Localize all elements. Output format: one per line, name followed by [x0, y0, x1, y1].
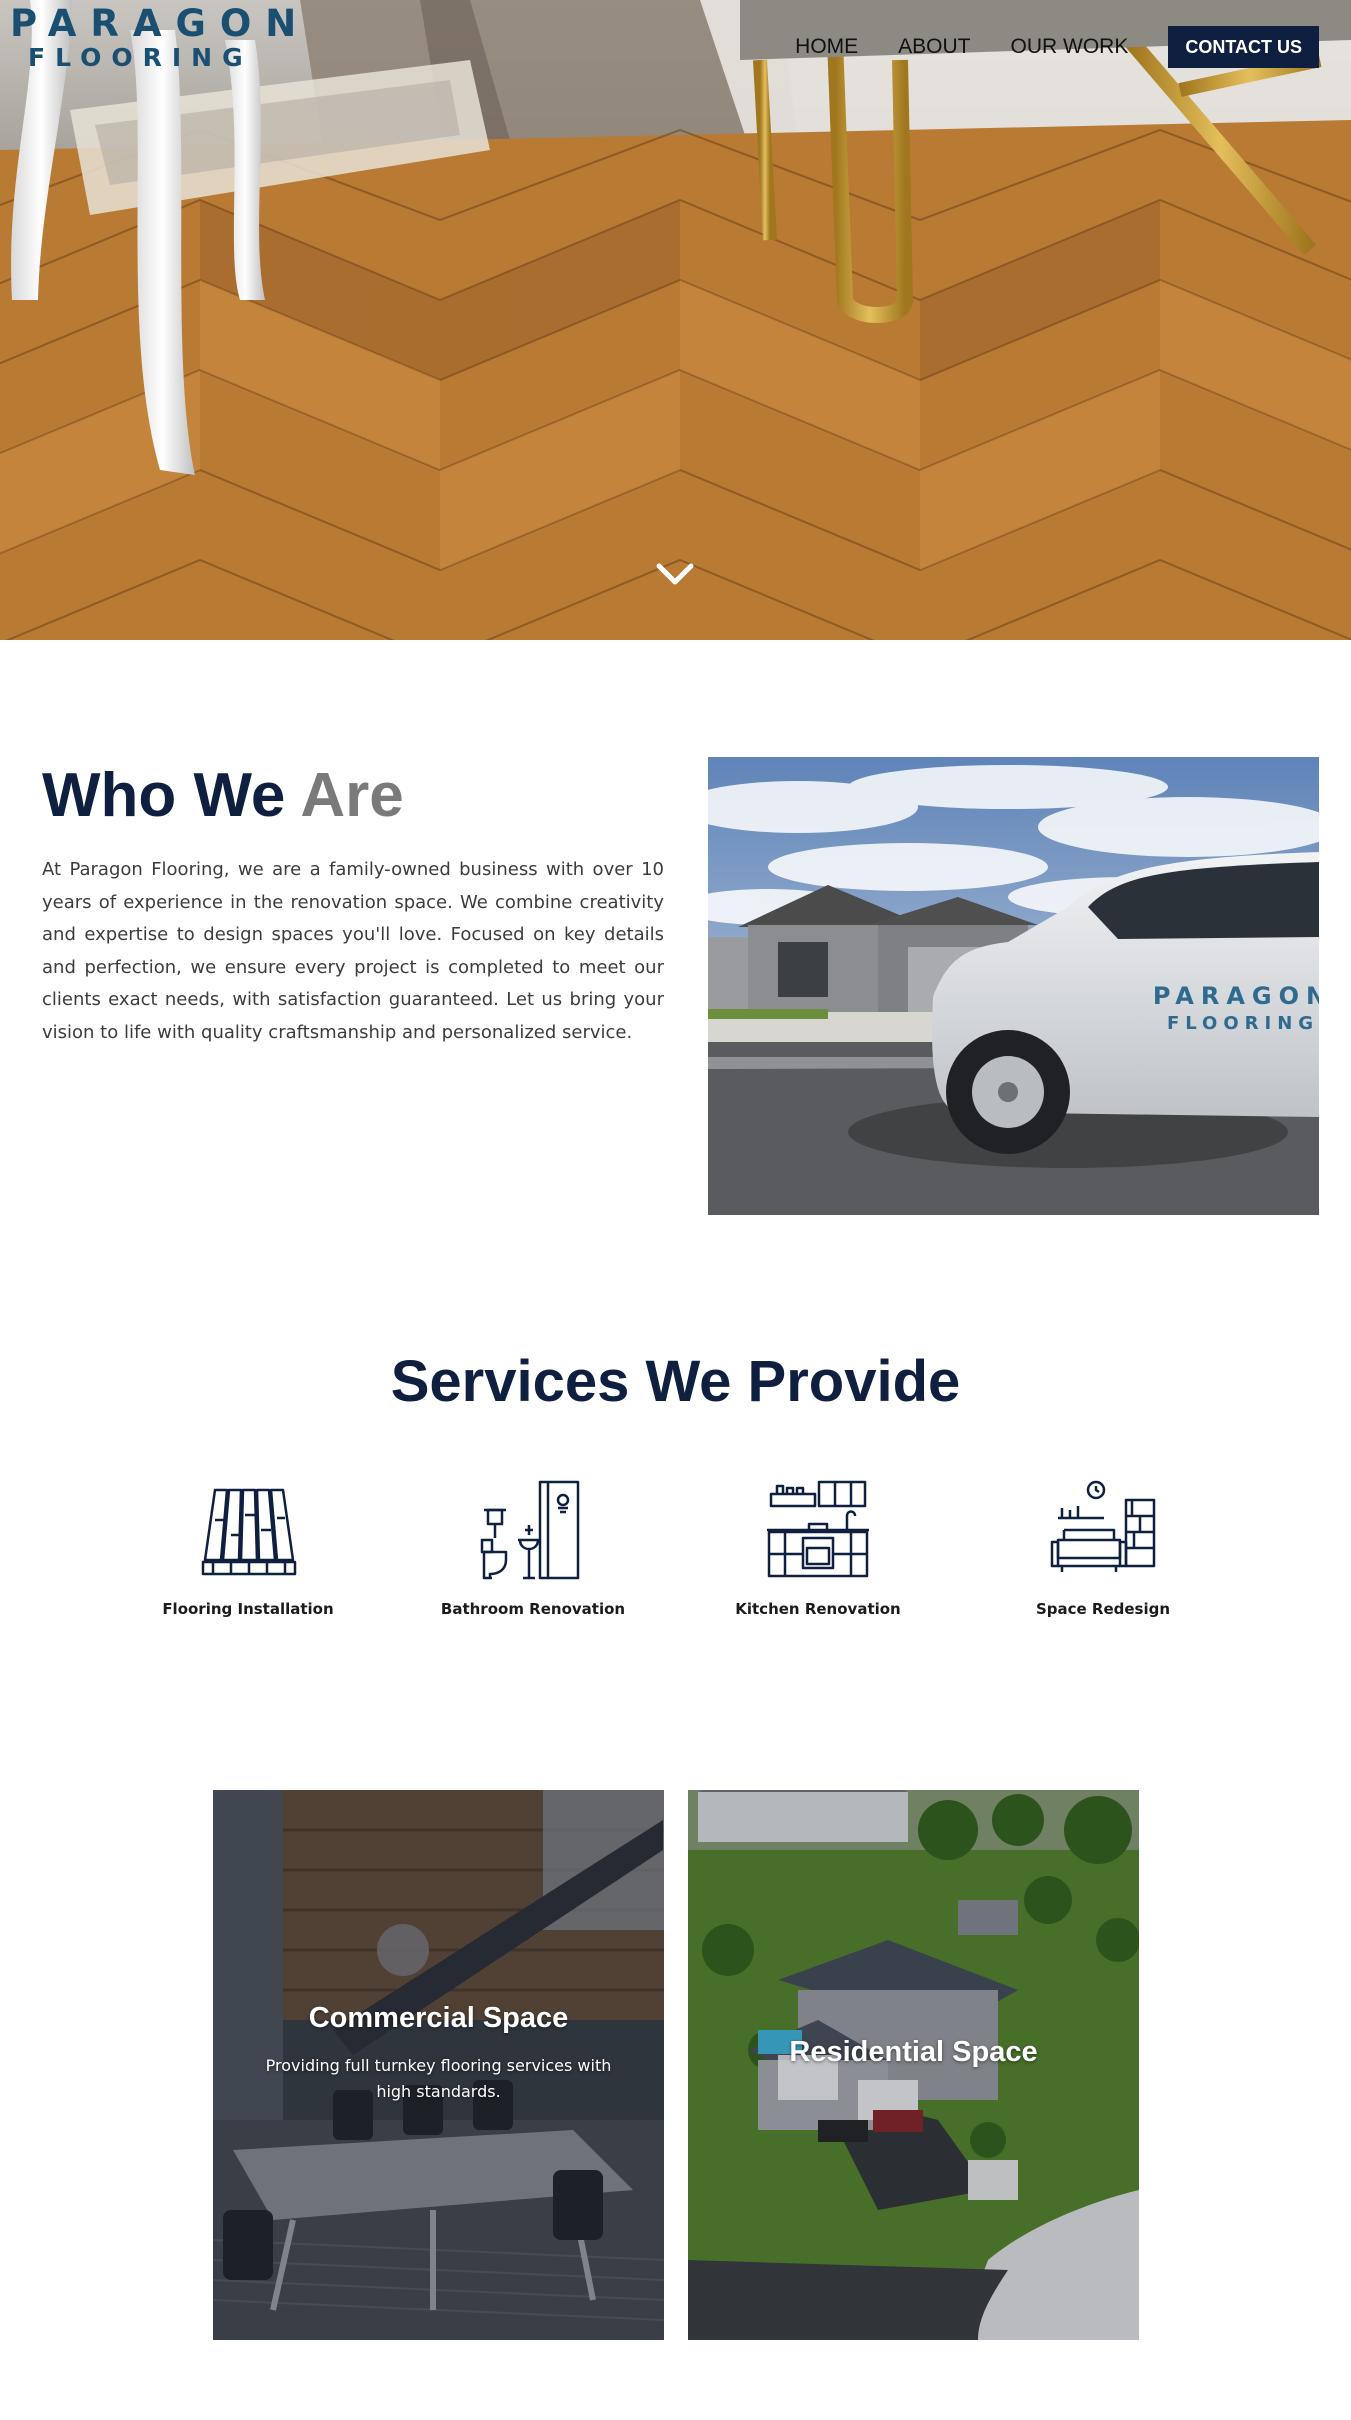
chevron-down-icon[interactable]: [655, 560, 695, 590]
main-nav: HOME ABOUT OUR WORK CONTACT US: [795, 26, 1319, 68]
service-flooring-label: Flooring Installation: [162, 1600, 334, 1618]
service-bathroom-label: Bathroom Renovation: [440, 1600, 626, 1618]
service-space-redesign-label: Space Redesign: [1035, 1600, 1171, 1618]
company-truck-photo: PARAGON FLOORING: [708, 757, 1319, 1215]
commercial-space-card[interactable]: Commercial Space Providing full turnkey …: [213, 1790, 664, 2340]
who-we-are-heading: Who We Are: [42, 758, 404, 834]
who-we-are-description: At Paragon Flooring, we are a family-own…: [42, 859, 664, 1043]
services-heading: Services We Provide: [390, 1349, 961, 1414]
nav-about-link[interactable]: ABOUT: [898, 32, 970, 62]
logo-text-top: PARAGON: [10, 2, 311, 45]
flooring-planks-icon: [201, 1488, 297, 1576]
hero-banner: PARAGON FLOORING HOME ABOUT OUR WORK CON…: [0, 0, 1351, 640]
truck-logo-bottom: FLOORING: [1167, 1013, 1319, 1034]
commercial-card-title: Commercial Space: [308, 2002, 569, 2034]
commercial-card-content: Commercial Space Providing full turnkey …: [213, 2002, 664, 2105]
residential-space-card[interactable]: Residential Space: [688, 1790, 1139, 2340]
residential-card-title: Residential Space: [789, 2036, 1038, 2068]
service-space-redesign[interactable]: Space Redesign: [973, 1480, 1233, 1618]
living-room-icon: [1050, 1480, 1156, 1572]
nav-our-work-link[interactable]: OUR WORK: [1011, 32, 1129, 62]
kitchen-icon: [767, 1480, 869, 1578]
nav-home-link[interactable]: HOME: [795, 32, 858, 62]
logo-text-bottom: FLOORING: [28, 43, 253, 72]
who-we-are-heading-part2: Are: [300, 761, 404, 830]
bathroom-icon: [480, 1480, 580, 1580]
service-flooring-installation[interactable]: Flooring Installation: [118, 1480, 378, 1618]
residential-card-content: Residential Space: [688, 2036, 1139, 2069]
contact-us-button[interactable]: CONTACT US: [1168, 26, 1319, 68]
hero-floor-image: [0, 0, 1351, 640]
truck-logo-top: PARAGON: [1153, 982, 1319, 1010]
brand-logo[interactable]: PARAGON FLOORING: [10, 2, 311, 72]
service-kitchen-label: Kitchen Renovation: [735, 1600, 901, 1618]
service-bathroom-renovation[interactable]: Bathroom Renovation: [403, 1480, 663, 1618]
who-we-are-heading-part1: Who We: [42, 761, 286, 830]
commercial-card-description: Providing full turnkey flooring services…: [265, 2056, 612, 2101]
service-kitchen-renovation[interactable]: Kitchen Renovation: [688, 1480, 948, 1618]
